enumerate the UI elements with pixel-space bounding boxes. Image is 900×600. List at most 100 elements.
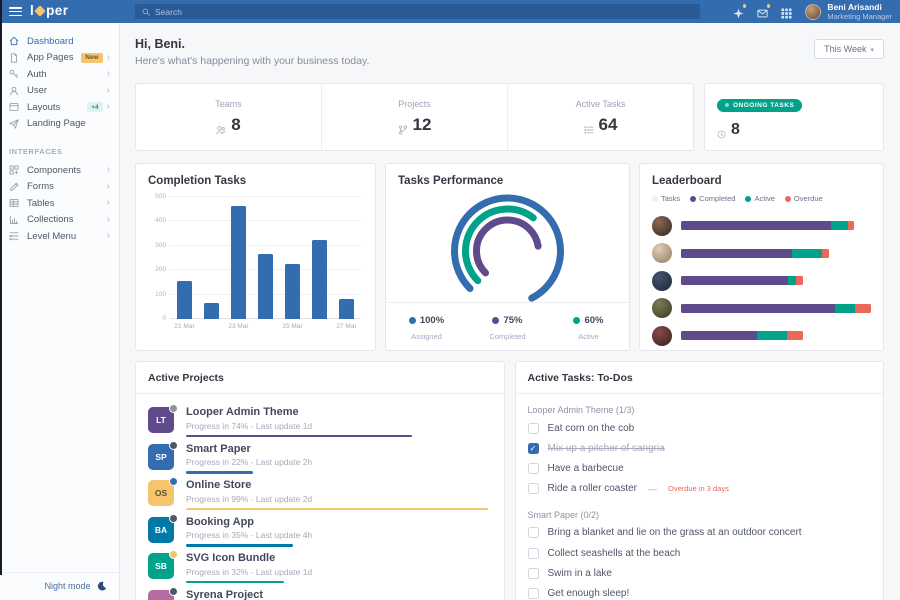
user-icon <box>9 86 19 96</box>
leaderboard-row <box>652 322 871 350</box>
bar-segment-overdue <box>848 221 854 230</box>
night-mode-label: Night mode <box>44 581 90 591</box>
sidebar-item-components[interactable]: Components› <box>0 162 119 179</box>
search-input[interactable]: Search <box>135 4 700 19</box>
checkbox[interactable] <box>528 423 539 434</box>
leaderboard-row <box>652 267 871 295</box>
checkbox[interactable]: ✓ <box>528 443 539 454</box>
chart-title: Leaderboard <box>652 175 871 187</box>
leaderboard-row <box>652 240 871 268</box>
sidebar-item-label: Dashboard <box>27 36 73 47</box>
panel-title: Active Tasks: To-Dos <box>516 362 884 394</box>
y-axis-tick-label: 500 <box>146 193 166 200</box>
sidebar-item-landing-page[interactable]: Landing Page <box>0 116 119 133</box>
overdue-note: Overdue in 3 days <box>668 484 729 493</box>
search-icon <box>142 8 150 16</box>
period-select-button[interactable]: This Week▾ <box>814 39 884 59</box>
stat-label: Active Tasks <box>576 99 626 109</box>
legend-label: Completed <box>467 332 548 341</box>
bar-segment-overdue <box>796 276 803 285</box>
user-menu[interactable]: Beni Arisandi Marketing Manager <box>805 2 892 21</box>
sidebar-item-tables[interactable]: Tables› <box>0 195 119 212</box>
checkbox[interactable] <box>528 527 539 538</box>
project-row[interactable]: SBSVG Icon BundleProgress in 32% - Last … <box>148 544 492 581</box>
project-name: Looper Admin Theme <box>186 406 492 418</box>
bar-21-mar <box>177 281 192 319</box>
bar-segment-active <box>792 249 822 258</box>
stacked-bar <box>681 276 871 285</box>
bar-segment-overdue <box>822 249 829 258</box>
chevron-right-icon: › <box>107 69 110 79</box>
sidebar-item-user[interactable]: User› <box>0 83 119 100</box>
sidebar-item-collections[interactable]: Collections› <box>0 212 119 229</box>
avatar[interactable] <box>652 271 672 291</box>
sidebar-item-label: Layouts <box>27 102 60 113</box>
todo-item: ✓ Mix up a pitcher of sangria <box>516 438 884 458</box>
sidebar-item-layouts[interactable]: Layouts+4› <box>0 99 119 116</box>
legend-item-tasks: Tasks <box>652 194 680 203</box>
apps-grid-icon[interactable] <box>781 6 792 17</box>
app-logo[interactable]: l per <box>30 3 68 18</box>
avatar[interactable] <box>652 326 672 346</box>
checkbox[interactable] <box>528 548 539 559</box>
layout-icon <box>9 102 19 112</box>
project-row[interactable]: OSOnline StoreProgress in 99% - Last upd… <box>148 471 492 508</box>
active-tasks-panel: Active Tasks: To-Dos Looper Admin Theme … <box>515 361 885 600</box>
chart-icon <box>9 215 19 225</box>
chevron-right-icon: › <box>107 53 110 63</box>
stacked-bar <box>681 221 871 230</box>
completion-tasks-card: Completion Tasks 0100200300400500 21 Mar… <box>135 163 376 351</box>
checkbox[interactable] <box>528 483 539 494</box>
avatar[interactable] <box>652 243 672 263</box>
mail-icon[interactable] <box>757 6 768 17</box>
ongoing-tasks-value: 8 <box>731 121 740 139</box>
avatar[interactable] <box>652 216 672 236</box>
todo-text: Bring a blanket and lie on the grass at … <box>548 527 802 538</box>
legend-value: 60% <box>573 315 603 326</box>
night-mode-toggle[interactable]: Night mode <box>0 572 119 600</box>
project-row[interactable]: BABooking AppProgress in 35% - Last upda… <box>148 508 492 545</box>
project-name: Syrena Project <box>186 589 492 600</box>
bar-segment-active <box>831 221 848 230</box>
sidebar-item-level-menu[interactable]: Level Menu› <box>0 228 119 245</box>
todo-text: Mix up a pitcher of sangria <box>548 443 665 454</box>
stat-number: 64 <box>599 115 618 135</box>
chevron-right-icon: › <box>107 215 110 225</box>
project-row[interactable]: LTLooper Admin ThemeProgress in 74% - La… <box>148 398 492 435</box>
branch-icon <box>398 120 408 130</box>
project-meta: Progress in 74% - Last update 1d <box>186 421 492 431</box>
project-status-badge-icon <box>169 550 178 559</box>
page-subtitle: Here's what's happening with your busine… <box>135 55 369 67</box>
legend-dot-icon <box>745 196 751 202</box>
checkbox[interactable] <box>528 463 539 474</box>
active-projects-panel: Active Projects LTLooper Admin ThemeProg… <box>135 361 505 600</box>
legend-item-overdue: Overdue <box>785 194 823 203</box>
menu-toggle-icon[interactable] <box>9 7 22 18</box>
bar-27-mar <box>339 299 354 319</box>
panel-title: Active Projects <box>136 362 504 394</box>
legend-item-completed: Completed <box>690 194 735 203</box>
sidebar-item-forms[interactable]: Forms› <box>0 179 119 196</box>
stat-teams: Teams 8 <box>136 84 321 150</box>
sidebar: Dashboard App PagesNew›Auth›User› Layouts +… <box>0 23 120 600</box>
sidebar-item-auth[interactable]: Auth› <box>0 66 119 83</box>
legend-item-assigned: 100%Assigned <box>386 311 467 341</box>
sidebar-interfaces-menu: Components›Forms›Tables›Collections›Leve… <box>0 162 119 245</box>
checkbox[interactable] <box>528 568 539 579</box>
stat-label: Projects <box>398 99 431 109</box>
sidebar-item-app-pages[interactable]: App PagesNew› <box>0 50 119 67</box>
checkbox[interactable] <box>528 588 539 599</box>
sidebar-item-dashboard[interactable]: Dashboard <box>0 33 119 50</box>
stat-number: 8 <box>231 115 240 135</box>
chart-title: Completion Tasks <box>148 175 363 187</box>
todo-text: Eat corn on the cob <box>548 423 635 434</box>
legend-dot-icon <box>573 317 580 324</box>
components-icon <box>9 165 19 175</box>
avatar[interactable] <box>652 298 672 318</box>
chevron-down-icon: ▾ <box>870 47 874 54</box>
project-row[interactable]: SPSmart PaperProgress in 22% - Last upda… <box>148 435 492 472</box>
sidebar-item-badge: +4 <box>87 102 102 112</box>
activity-icon[interactable] <box>733 6 744 17</box>
project-row[interactable]: SPSyrena ProjectProgress in 93% - Last u… <box>148 581 492 600</box>
stat-label: Teams <box>215 99 242 109</box>
